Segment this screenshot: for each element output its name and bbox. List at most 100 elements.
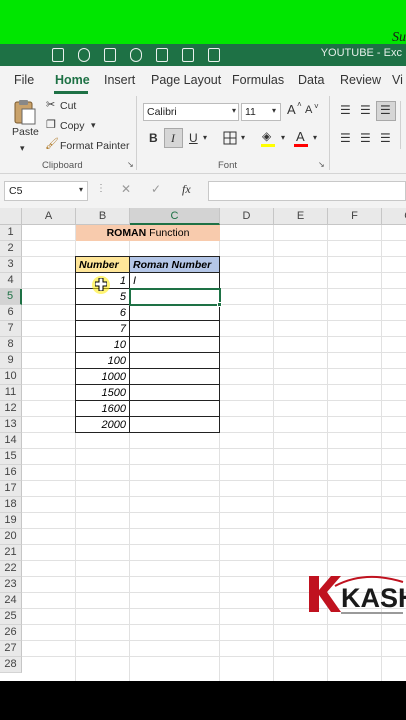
column-header-e[interactable]: E [274,208,328,225]
tab-formulas[interactable]: Formulas [232,73,284,87]
fill-color-dropdown-icon[interactable]: ▾ [281,133,285,142]
name-box-dropdown-icon[interactable]: ▾ [79,185,83,194]
formula-bar-grip-icon[interactable]: ⋮ [96,183,106,194]
column-header-f[interactable]: F [328,208,382,225]
column-header-b[interactable]: B [76,208,130,225]
name-box[interactable]: C5 [4,181,88,201]
row-header[interactable]: 15 [0,449,22,465]
row-header[interactable]: 20 [0,529,22,545]
borders-dropdown-icon[interactable]: ▾ [241,133,245,142]
open-icon[interactable] [130,48,142,62]
row-header[interactable]: 4 [0,273,22,289]
row-header[interactable]: 26 [0,625,22,641]
tab-page-layout[interactable]: Page Layout [151,73,221,87]
save-icon[interactable] [52,48,64,62]
cancel-icon[interactable]: ✕ [121,182,131,196]
column-header-d[interactable]: D [220,208,274,225]
paste-icon[interactable] [13,99,37,125]
scissors-icon[interactable]: ✂ [46,98,55,111]
number-cell[interactable]: 5 [76,291,126,303]
number-cell[interactable]: 10 [76,339,126,351]
row-header[interactable]: 3 [0,257,22,273]
font-size-dropdown-icon[interactable]: ▾ [272,106,276,115]
roman-cell[interactable]: I [133,275,136,287]
tab-file[interactable]: File [14,73,34,87]
format-painter-button[interactable]: Format Painter [60,140,129,152]
copy-button[interactable]: Copy [60,120,85,132]
row-header[interactable]: 5 [0,289,22,305]
number-cell[interactable]: 1600 [76,403,126,415]
row-header[interactable]: 21 [0,545,22,561]
tab-home[interactable]: Home [55,73,90,87]
fill-handle[interactable] [217,302,222,307]
row-header[interactable]: 14 [0,433,22,449]
row-header[interactable]: 7 [0,321,22,337]
undo-icon[interactable] [78,48,90,62]
pen-icon[interactable] [156,48,168,62]
format-painter-icon[interactable]: 🖌 [45,137,59,150]
column-header-g[interactable]: G [382,208,406,225]
row-header[interactable]: 27 [0,641,22,657]
row-header[interactable]: 13 [0,417,22,433]
align-right-icon[interactable]: ☰ [380,131,391,145]
column-header-c[interactable]: C [130,208,220,225]
paste-dropdown-icon[interactable]: ▾ [20,143,25,154]
tab-review[interactable]: Review [340,73,381,87]
copy-dropdown-icon[interactable]: ▾ [91,120,96,131]
number-cell[interactable]: 1500 [76,387,126,399]
tab-data[interactable]: Data [298,73,324,87]
row-header[interactable]: 18 [0,497,22,513]
row-header[interactable]: 9 [0,353,22,369]
fill-color-icon[interactable]: ◈ [262,129,271,143]
cut-button[interactable]: Cut [60,100,76,112]
active-cell[interactable] [129,288,221,306]
number-cell[interactable]: 7 [76,323,126,335]
underline-dropdown-icon[interactable]: ▾ [203,133,207,142]
align-bottom-icon[interactable]: ☰ [380,103,391,117]
copy-icon[interactable]: ❐ [46,118,56,131]
clipboard-launcher-icon[interactable]: ↘ [127,160,134,169]
customize-icon[interactable] [208,48,220,62]
align-middle-icon[interactable]: ☰ [360,103,371,117]
align-center-icon[interactable]: ☰ [360,131,371,145]
print-icon[interactable] [182,48,194,62]
new-file-icon[interactable] [104,48,116,62]
row-header[interactable]: 12 [0,401,22,417]
underline-button[interactable]: U [189,131,198,145]
align-top-icon[interactable]: ☰ [340,103,351,117]
number-cell[interactable]: 6 [76,307,126,319]
number-cell[interactable]: 100 [76,355,126,367]
font-name-select[interactable]: Calibri [143,103,239,121]
decrease-font-icon[interactable]: A [305,104,312,116]
insert-function-button[interactable]: fx [182,182,191,197]
column-header-a[interactable]: A [22,208,76,225]
row-header[interactable]: 10 [0,369,22,385]
align-left-icon[interactable]: ☰ [340,131,351,145]
number-cell[interactable]: 2000 [76,419,126,431]
borders-icon[interactable] [223,131,237,145]
row-header[interactable]: 11 [0,385,22,401]
font-color-icon[interactable]: A [296,129,305,144]
row-header[interactable]: 1 [0,225,22,241]
font-name-dropdown-icon[interactable]: ▾ [232,106,236,115]
select-all-corner[interactable] [0,208,22,225]
row-header[interactable]: 24 [0,593,22,609]
font-color-dropdown-icon[interactable]: ▾ [313,133,317,142]
italic-button[interactable]: I [171,131,175,146]
row-header[interactable]: 2 [0,241,22,257]
row-header[interactable]: 16 [0,465,22,481]
tab-insert[interactable]: Insert [104,73,135,87]
row-header[interactable]: 6 [0,305,22,321]
number-cell[interactable]: 1000 [76,371,126,383]
font-launcher-icon[interactable]: ↘ [318,160,325,169]
formula-input[interactable] [208,181,406,201]
row-header[interactable]: 17 [0,481,22,497]
worksheet-grid[interactable]: A B C D E F G 1 2 3 4 5 6 7 8 9 10 11 12… [0,208,406,681]
tab-view[interactable]: Vi [392,73,403,87]
row-header[interactable]: 25 [0,609,22,625]
enter-icon[interactable]: ✓ [151,182,161,196]
row-header[interactable]: 8 [0,337,22,353]
increase-font-icon[interactable]: A [287,102,296,117]
row-header[interactable]: 23 [0,577,22,593]
row-header[interactable]: 28 [0,657,22,673]
